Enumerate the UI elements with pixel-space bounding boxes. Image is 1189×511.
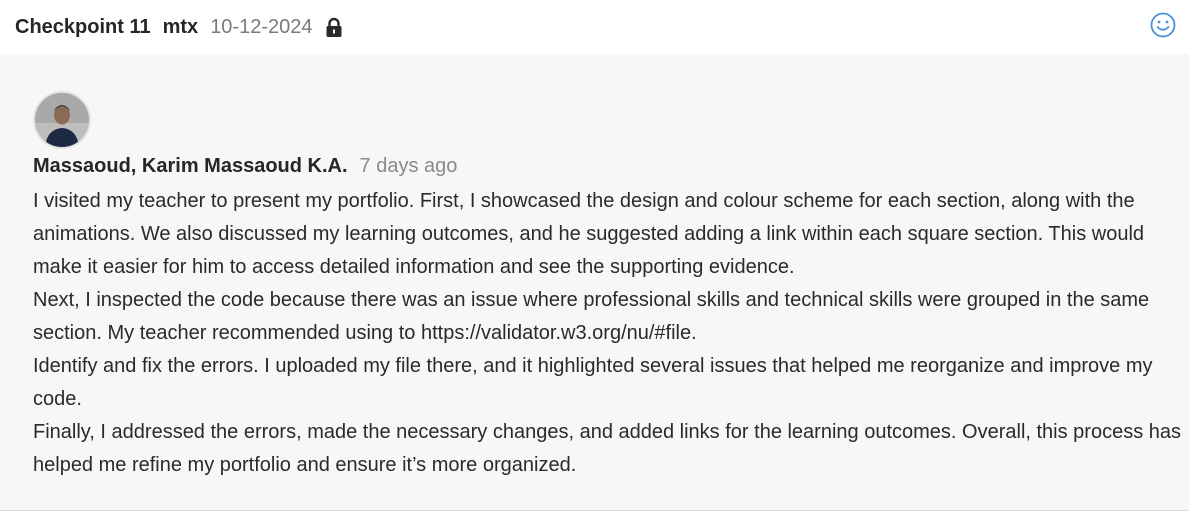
checkpoint-title: Checkpoint 11 xyxy=(15,15,151,38)
comment-body: I visited my teacher to present my portf… xyxy=(33,185,1183,482)
comment-paragraph: I visited my teacher to present my portf… xyxy=(33,190,1145,278)
comment-time: 7 days ago xyxy=(359,155,458,177)
comment-paragraph: Finally, I addressed the errors, made th… xyxy=(33,421,1182,476)
comment-panel: Massaoud, Karim Massaoud K.A. 7 days ago… xyxy=(0,54,1189,511)
comment-paragraph: Next, I inspected the code because there… xyxy=(33,289,1150,344)
author-code: mtx xyxy=(162,15,199,38)
lock-icon xyxy=(325,17,343,39)
comment-paragraph: Identify and fix the errors. I uploaded … xyxy=(33,355,1153,410)
user-avatar[interactable] xyxy=(33,91,91,149)
checkpoint-header: Checkpoint 11 mtx 10-12-2024 xyxy=(0,0,1189,54)
comment-author: Massaoud, Karim Massaoud K.A. xyxy=(33,155,348,177)
comment-meta: Massaoud, Karim Massaoud K.A. 7 days ago xyxy=(33,155,457,178)
checkpoint-date: 10-12-2024 xyxy=(210,15,313,38)
smiley-icon[interactable] xyxy=(1149,11,1177,39)
